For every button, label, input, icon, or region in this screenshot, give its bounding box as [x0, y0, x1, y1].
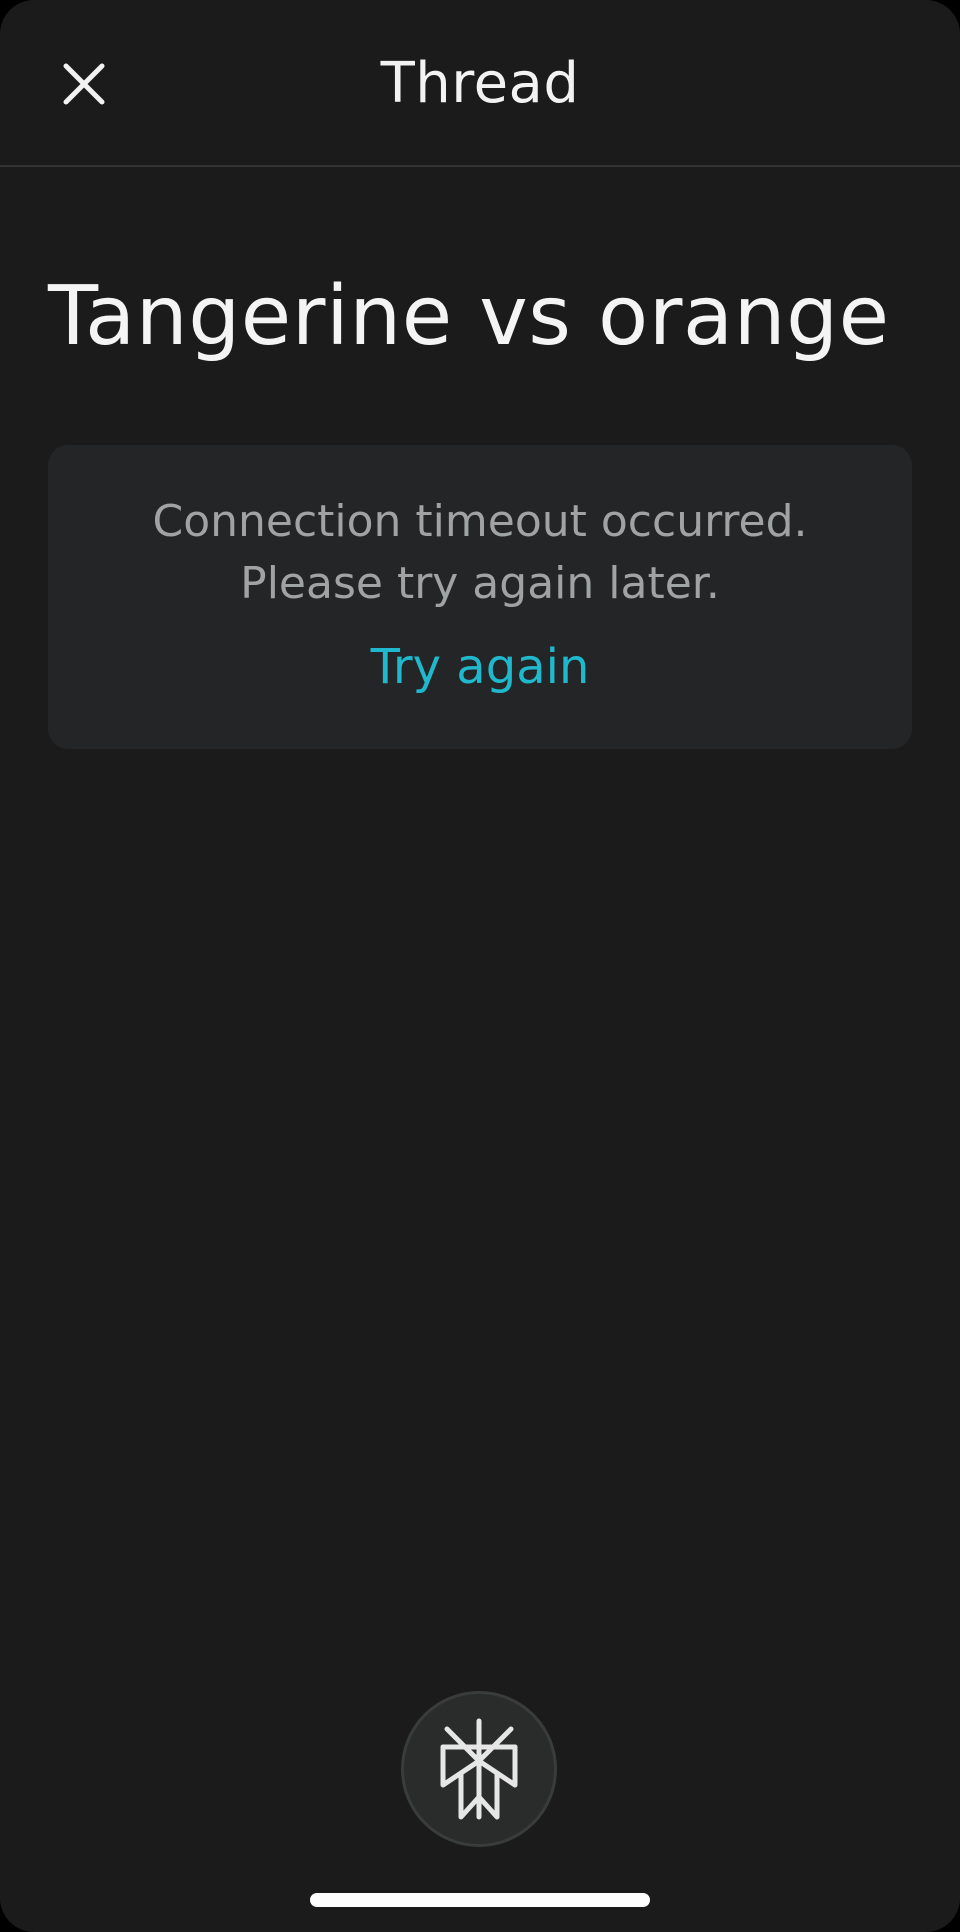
- error-message: Connection timeout occurred. Please try …: [48, 491, 912, 615]
- thread-screen: Thread Tangerine vs orange Connection ti…: [0, 0, 960, 1932]
- thread-title: Tangerine vs orange: [48, 269, 890, 364]
- new-thread-button[interactable]: [401, 1691, 557, 1847]
- error-message-line: Connection timeout occurred.: [152, 496, 808, 547]
- error-message-line: Please try again later.: [240, 558, 720, 609]
- home-indicator[interactable]: [310, 1893, 650, 1907]
- header-title: Thread: [380, 51, 580, 116]
- error-card: Connection timeout occurred. Please try …: [48, 445, 912, 749]
- try-again-button[interactable]: Try again: [48, 635, 912, 699]
- perplexity-logo-icon: [440, 1718, 518, 1820]
- top-bar: Thread: [0, 0, 960, 167]
